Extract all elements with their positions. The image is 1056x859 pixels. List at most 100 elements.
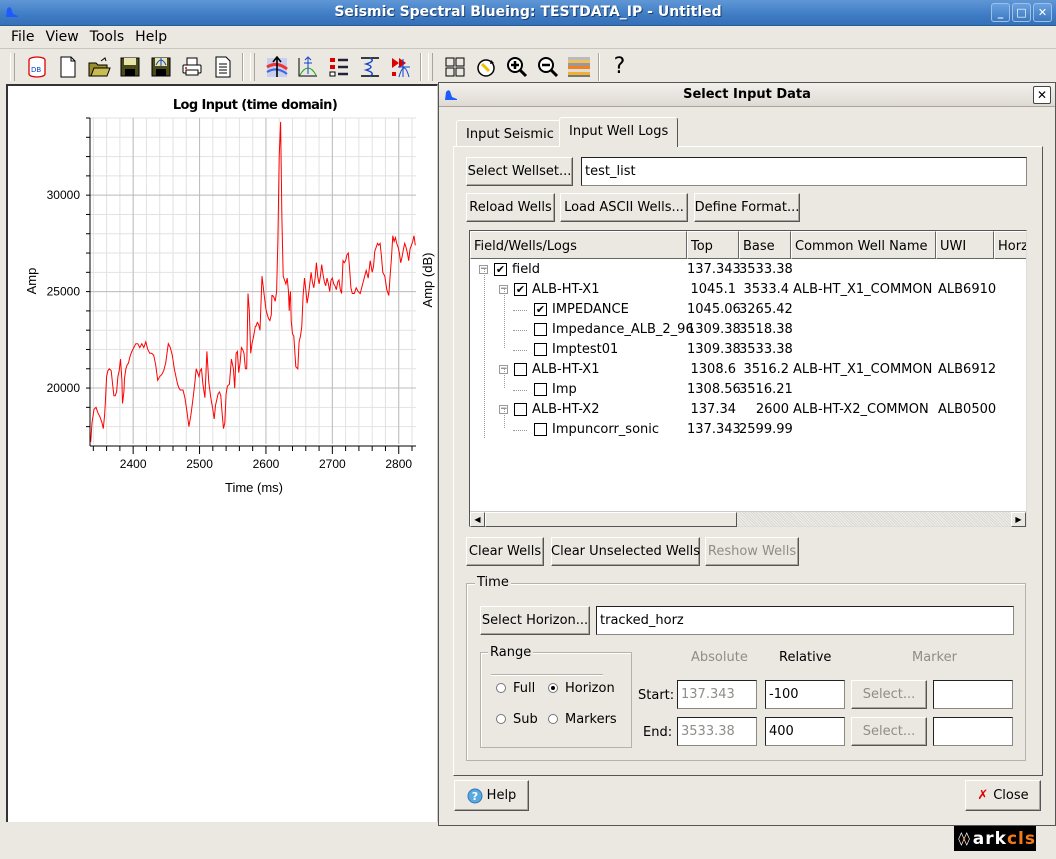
start-marker-input[interactable]: [933, 680, 1013, 709]
checkbox-unchecked[interactable]: [534, 343, 547, 356]
toolbar-grip[interactable]: [428, 52, 433, 81]
save-button[interactable]: [114, 52, 145, 82]
x-tick-label: 2700: [319, 457, 346, 471]
minimize-button[interactable]: _: [991, 3, 1010, 22]
end-relative-input[interactable]: 400: [765, 717, 845, 746]
end-label: End:: [643, 725, 673, 740]
column-header-top[interactable]: Top: [687, 231, 739, 259]
toolbar-grip[interactable]: [10, 52, 15, 81]
start-marker-select-button[interactable]: Select...: [851, 680, 927, 709]
checkbox-unchecked[interactable]: [514, 363, 527, 376]
column-header-base[interactable]: Base: [739, 231, 791, 259]
range-divider: [491, 674, 603, 676]
column-header-uwi[interactable]: UWI: [936, 231, 994, 259]
help-button[interactable]: ? Help: [454, 780, 529, 811]
menu-file[interactable]: File: [6, 26, 40, 48]
tree-row[interactable]: − ALB-HT-X1 1308.6 3516.2 ALB-HT_X1_COMMON AL…: [470, 360, 1026, 380]
scroll-thumb[interactable]: [485, 512, 737, 527]
horizon-input[interactable]: tracked_horz: [596, 606, 1014, 635]
end-marker-input[interactable]: [933, 717, 1013, 746]
tree-connector: [484, 268, 485, 438]
checkbox-unchecked[interactable]: [534, 383, 547, 396]
reload-wells-button[interactable]: Reload Wells: [466, 193, 555, 222]
database-button[interactable]: DB: [21, 52, 52, 82]
tree-row[interactable]: Impuncorr_sonic 137.343 2599.99: [470, 420, 1026, 440]
refresh-button[interactable]: [470, 52, 501, 82]
start-relative-input[interactable]: -100: [765, 680, 845, 709]
range-full-label[interactable]: Full: [513, 681, 535, 696]
dialog-title-bar[interactable]: Select Input Data ✕: [439, 83, 1055, 107]
tree-row[interactable]: Imptest01 1309.38 3533.38: [470, 340, 1026, 360]
print-button[interactable]: [176, 52, 207, 82]
save-as-button[interactable]: [145, 52, 176, 82]
load-ascii-wells-button[interactable]: Load ASCII Wells...: [560, 193, 688, 222]
tree-row[interactable]: − ✔ ALB-HT-X1 1045.1 3533.4 ALB-HT_X1_COMMON A…: [470, 280, 1026, 300]
tab-input-well-logs[interactable]: Input Well Logs: [559, 117, 679, 147]
tab-input-seismic[interactable]: Input Seismic: [456, 120, 564, 146]
new-file-button[interactable]: [52, 52, 83, 82]
range-sub-radio[interactable]: [496, 714, 506, 724]
scroll-right-button[interactable]: ▶: [1011, 512, 1026, 527]
tree-row[interactable]: Imp 1308.56 3516.21: [470, 380, 1026, 400]
scroll-left-button[interactable]: ◀: [470, 512, 485, 527]
zoom-in-button[interactable]: [501, 52, 532, 82]
clear-wells-button[interactable]: Clear Wells: [466, 537, 544, 566]
tree-item-name: ALB-HT-X1: [532, 362, 600, 377]
define-format-button[interactable]: Define Format...: [694, 193, 800, 222]
checkbox-checked[interactable]: ✔: [534, 303, 547, 316]
menu-view[interactable]: View: [40, 26, 84, 48]
wiggle-button[interactable]: [354, 52, 385, 82]
toolbar-grip[interactable]: [250, 52, 255, 81]
checkbox-unchecked[interactable]: [514, 403, 527, 416]
menu-tools[interactable]: Tools: [85, 26, 131, 48]
range-horizon-label[interactable]: Horizon: [565, 681, 615, 696]
column-header-common-well-name[interactable]: Common Well Name: [791, 231, 936, 259]
tree-row[interactable]: − ✔ field 137.343 3533.38: [470, 260, 1026, 280]
tree-horizontal-scrollbar[interactable]: ◀ ▶: [470, 511, 1026, 527]
seismic-well-button[interactable]: [261, 52, 292, 82]
column-header-horz[interactable]: Horz: [994, 231, 1026, 259]
range-horizon-radio[interactable]: [548, 683, 558, 693]
start-absolute-input[interactable]: 137.343: [677, 680, 757, 709]
tree-row[interactable]: ✔ IMPEDANCE 1045.06 3265.42: [470, 300, 1026, 320]
chart-title: Log Input (time domain): [173, 98, 337, 113]
range-sub-label[interactable]: Sub: [513, 712, 538, 727]
color-bar-button[interactable]: [563, 52, 594, 82]
reshow-wells-button[interactable]: Reshow Wells: [705, 537, 799, 566]
range-full-radio[interactable]: [496, 683, 506, 693]
checkbox-checked[interactable]: ✔: [514, 283, 527, 296]
window-close-button[interactable]: ✕: [1033, 3, 1052, 22]
range-markers-label[interactable]: Markers: [565, 712, 617, 727]
toolbar-separator: [242, 52, 244, 81]
tree-row[interactable]: Impedance_ALB_2_96 1309.38 3518.38: [470, 320, 1026, 340]
range-markers-radio[interactable]: [548, 714, 558, 724]
column-header-field-wells-logs[interactable]: Field/Wells/Logs: [470, 231, 687, 259]
menu-help[interactable]: Help: [130, 26, 173, 48]
toolbar-separator: [420, 52, 422, 81]
help-button-toolbar[interactable]: ?: [604, 52, 635, 82]
select-horizon-button[interactable]: Select Horizon...: [480, 606, 590, 635]
select-wellset-button[interactable]: Select Wellset...: [466, 157, 573, 186]
spectrum-fit-button[interactable]: [292, 52, 323, 82]
open-folder-button[interactable]: [83, 52, 114, 82]
checkbox-unchecked[interactable]: [534, 323, 547, 336]
wellset-input[interactable]: test_list: [581, 157, 1027, 186]
list-button[interactable]: [323, 52, 354, 82]
window-title: Seismic Spectral Blueing: TESTDATA_IP - …: [334, 4, 722, 20]
tree-row[interactable]: − ALB-HT-X2 137.34 2600 ALB-HT-X2_COMMON ALB0…: [470, 400, 1026, 420]
operator-button[interactable]: [385, 52, 416, 82]
spectrum-fit-icon: [298, 55, 317, 76]
close-button[interactable]: ✗ Close: [965, 780, 1041, 811]
cell-top: 137.34: [690, 402, 737, 417]
zoom-out-button[interactable]: [532, 52, 563, 82]
cell-top: 1308.6: [690, 362, 737, 377]
end-marker-select-button[interactable]: Select...: [851, 717, 927, 746]
checkbox-checked[interactable]: ✔: [494, 263, 507, 276]
clear-unselected-wells-button[interactable]: Clear Unselected Wells: [551, 537, 700, 566]
document-button[interactable]: [207, 52, 238, 82]
dialog-close-button[interactable]: ✕: [1033, 86, 1051, 104]
maximize-button[interactable]: □: [1012, 3, 1031, 22]
checkbox-unchecked[interactable]: [534, 423, 547, 436]
end-absolute-input[interactable]: 3533.38: [677, 717, 757, 746]
grid-layout-button[interactable]: [439, 52, 470, 82]
